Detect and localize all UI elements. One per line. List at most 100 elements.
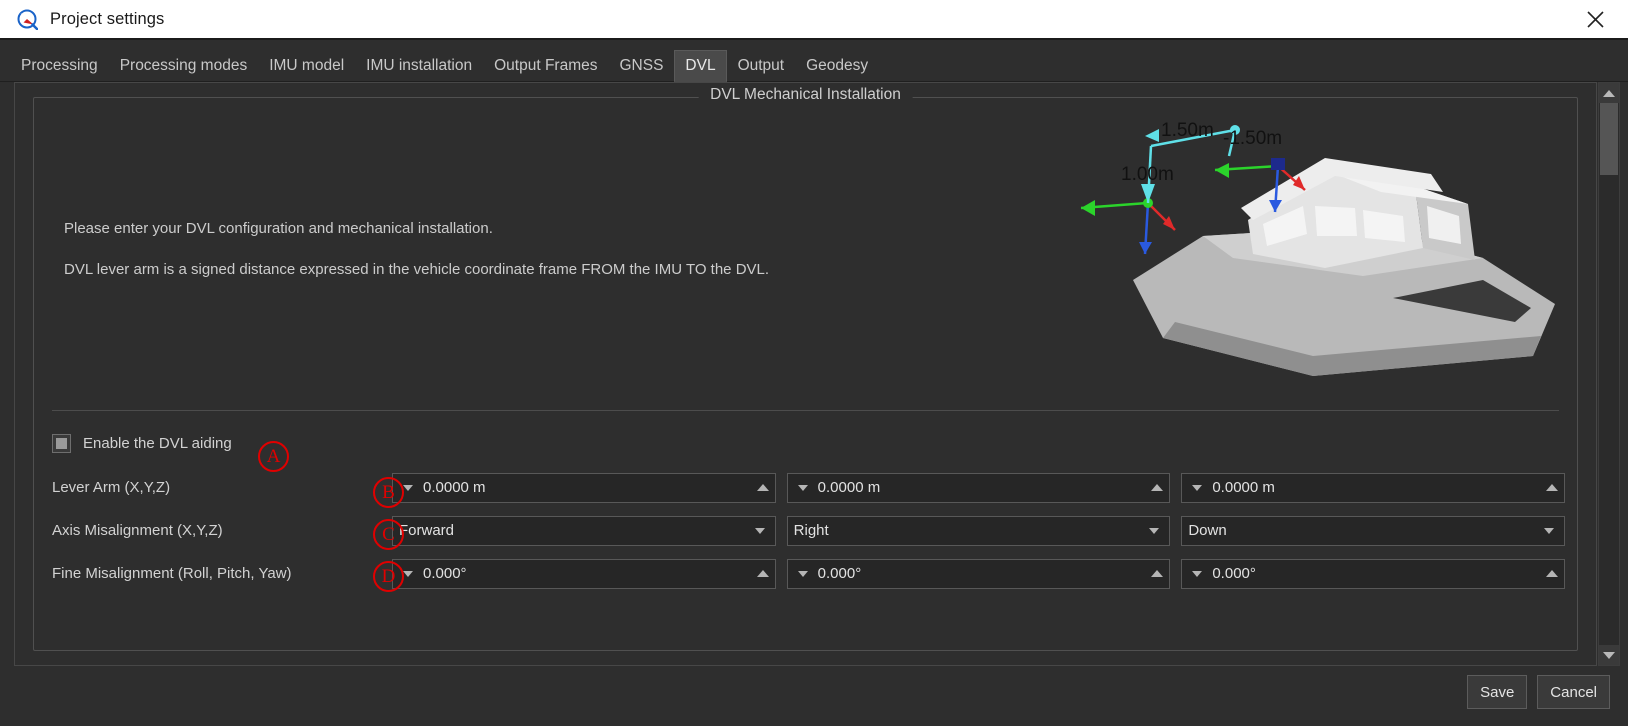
enable-dvl-aiding-checkbox[interactable]	[52, 433, 71, 453]
close-icon[interactable]	[1572, 0, 1618, 38]
title-bar: Project settings	[0, 0, 1628, 38]
cancel-button[interactable]: Cancel	[1537, 675, 1610, 709]
window-title: Project settings	[50, 9, 165, 28]
lever-arm-y-spinbox[interactable]: 0.0000 m	[786, 472, 1171, 503]
tab-output-frames[interactable]: Output Frames	[483, 50, 608, 83]
lever-arm-z-field: 0.0000 m	[1181, 472, 1566, 503]
lever-arm-z-spinbox[interactable]: 0.0000 m	[1181, 472, 1566, 503]
label-y-dim: -1.50m	[1223, 128, 1282, 149]
chevron-down-icon[interactable]	[1188, 484, 1206, 491]
chevron-down-icon[interactable]	[399, 484, 417, 491]
chevron-down-icon[interactable]	[794, 484, 812, 491]
chevron-down-icon[interactable]	[1540, 527, 1558, 534]
compass-icon	[16, 8, 39, 31]
fine-misalignment-fields: 0.000° 0.000° 0.000°	[392, 558, 1566, 589]
tab-label: Processing	[21, 56, 98, 74]
tab-dvl[interactable]: DVL	[674, 49, 727, 82]
scrollbar-track[interactable]	[1599, 103, 1619, 645]
axis-misalignment-y-value: Right	[793, 522, 829, 539]
dvl-panel: DVL Mechanical Installation Please enter…	[14, 82, 1620, 666]
chevron-down-icon[interactable]	[399, 570, 417, 577]
axis-misalignment-fields: Forward Right Down	[392, 515, 1566, 546]
fine-misalignment-roll-spinbox[interactable]: 0.000°	[392, 558, 776, 589]
lever-arm-x-field: 0.0000 m	[392, 472, 776, 503]
tab-geodesy[interactable]: Geodesy	[795, 50, 879, 83]
axis-misalignment-z-value: Down	[1188, 522, 1227, 539]
chevron-down-icon[interactable]	[1145, 527, 1163, 534]
dvl-panel-content: DVL Mechanical Installation Please enter…	[14, 82, 1597, 666]
axis-misalignment-z-combobox[interactable]: Down	[1181, 515, 1566, 546]
boat-dvl-lever-arm-diagram: 1.50m -1.50m 1.00m	[1063, 108, 1563, 398]
info-line-1: Please enter your DVL configuration and …	[64, 220, 493, 237]
spinner-up-icon[interactable]	[1542, 570, 1562, 577]
axis-misalignment-x-value: Forward	[399, 522, 455, 539]
tab-imu-installation[interactable]: IMU installation	[355, 50, 483, 83]
spinner-up-icon[interactable]	[753, 484, 773, 491]
spinner-up-icon[interactable]	[1542, 484, 1562, 491]
scroll-down-button[interactable]	[1599, 645, 1619, 665]
section-divider	[52, 410, 1559, 411]
enable-dvl-aiding-row: Enable the DVL aiding	[52, 420, 1565, 466]
chevron-down-icon[interactable]	[1188, 570, 1206, 577]
tab-gnss[interactable]: GNSS	[608, 50, 674, 83]
axis-misalignment-z-field: Down	[1181, 515, 1566, 546]
label-x-dim: 1.50m	[1161, 120, 1214, 141]
fine-misalignment-roll-field: 0.000°	[392, 558, 776, 589]
lever-arm-fields: 0.0000 m 0.0000 m 0.0000 m	[392, 472, 1566, 503]
tab-output[interactable]: Output	[727, 50, 796, 83]
tab-processing[interactable]: Processing	[10, 50, 109, 83]
dialog-footer: Save Cancel	[0, 666, 1628, 726]
spinner-up-icon[interactable]	[1147, 570, 1167, 577]
fine-misalignment-yaw-value: 0.000°	[1212, 565, 1256, 582]
info-text-block: Please enter your DVL configuration and …	[64, 220, 769, 302]
chevron-down-icon[interactable]	[794, 570, 812, 577]
fine-misalignment-yaw-spinbox[interactable]: 0.000°	[1181, 558, 1566, 589]
tab-label: Output	[737, 56, 785, 74]
lever-arm-row: Lever Arm (X,Y,Z) 0.0000 m 0.0000 m 0.00…	[52, 466, 1566, 509]
scroll-up-button[interactable]	[1599, 83, 1619, 103]
lever-arm-x-spinbox[interactable]: 0.0000 m	[392, 472, 776, 503]
tab-label: Output Frames	[494, 56, 598, 74]
tab-label: IMU installation	[366, 56, 473, 74]
axis-misalignment-x-field: Forward	[392, 515, 776, 546]
fine-misalignment-pitch-field: 0.000°	[786, 558, 1171, 589]
spinner-up-icon[interactable]	[1147, 484, 1167, 491]
axis-misalignment-y-combobox[interactable]: Right	[786, 515, 1171, 546]
lever-arm-x-value: 0.0000 m	[423, 479, 486, 496]
chevron-down-icon[interactable]	[751, 527, 769, 534]
scrollbar-thumb[interactable]	[1600, 103, 1618, 175]
tab-label: Geodesy	[806, 56, 869, 74]
lever-arm-y-field: 0.0000 m	[786, 472, 1171, 503]
lever-arm-z-value: 0.0000 m	[1212, 479, 1275, 496]
fine-misalignment-pitch-value: 0.000°	[817, 565, 862, 582]
project-settings-dialog: Processing Processing modes IMU model IM…	[0, 38, 1628, 726]
fine-misalignment-yaw-field: 0.000°	[1181, 558, 1566, 589]
enable-dvl-aiding-label: Enable the DVL aiding	[83, 434, 232, 452]
spinner-up-icon[interactable]	[753, 570, 773, 577]
checkbox-fill-icon	[56, 437, 67, 449]
label-z-dim: 1.00m	[1121, 164, 1174, 185]
fine-misalignment-roll-value: 0.000°	[423, 565, 467, 582]
fine-misalignment-row: Fine Misalignment (Roll, Pitch, Yaw) 0.0…	[52, 552, 1566, 595]
axis-misalignment-row: Axis Misalignment (X,Y,Z) Forward Right …	[52, 509, 1566, 552]
axis-misalignment-label: Axis Misalignment (X,Y,Z)	[52, 522, 223, 539]
tab-imu-model[interactable]: IMU model	[258, 50, 355, 83]
lever-arm-y-value: 0.0000 m	[817, 479, 881, 496]
tab-processing-modes[interactable]: Processing modes	[109, 50, 259, 83]
vertical-scrollbar[interactable]	[1598, 82, 1620, 666]
dvl-form: Enable the DVL aiding Lever Arm (X,Y,Z) …	[34, 420, 1577, 650]
tab-label: GNSS	[619, 56, 664, 74]
tab-bar: Processing Processing modes IMU model IM…	[0, 40, 1628, 82]
fine-misalignment-pitch-spinbox[interactable]: 0.000°	[786, 558, 1171, 589]
group-title: DVL Mechanical Installation	[698, 86, 913, 104]
lever-arm-label: Lever Arm (X,Y,Z)	[52, 479, 171, 496]
tab-label: Processing modes	[119, 56, 248, 74]
tab-label: IMU model	[269, 56, 345, 74]
fine-misalignment-label: Fine Misalignment (Roll, Pitch, Yaw)	[52, 565, 292, 582]
dvl-mechanical-installation-group: DVL Mechanical Installation Please enter…	[33, 86, 1578, 651]
info-line-2: DVL lever arm is a signed distance expre…	[64, 261, 770, 278]
save-button[interactable]: Save	[1467, 675, 1528, 709]
axis-misalignment-y-field: Right	[786, 515, 1171, 546]
tab-label: DVL	[685, 56, 716, 74]
axis-misalignment-x-combobox[interactable]: Forward	[392, 515, 776, 546]
